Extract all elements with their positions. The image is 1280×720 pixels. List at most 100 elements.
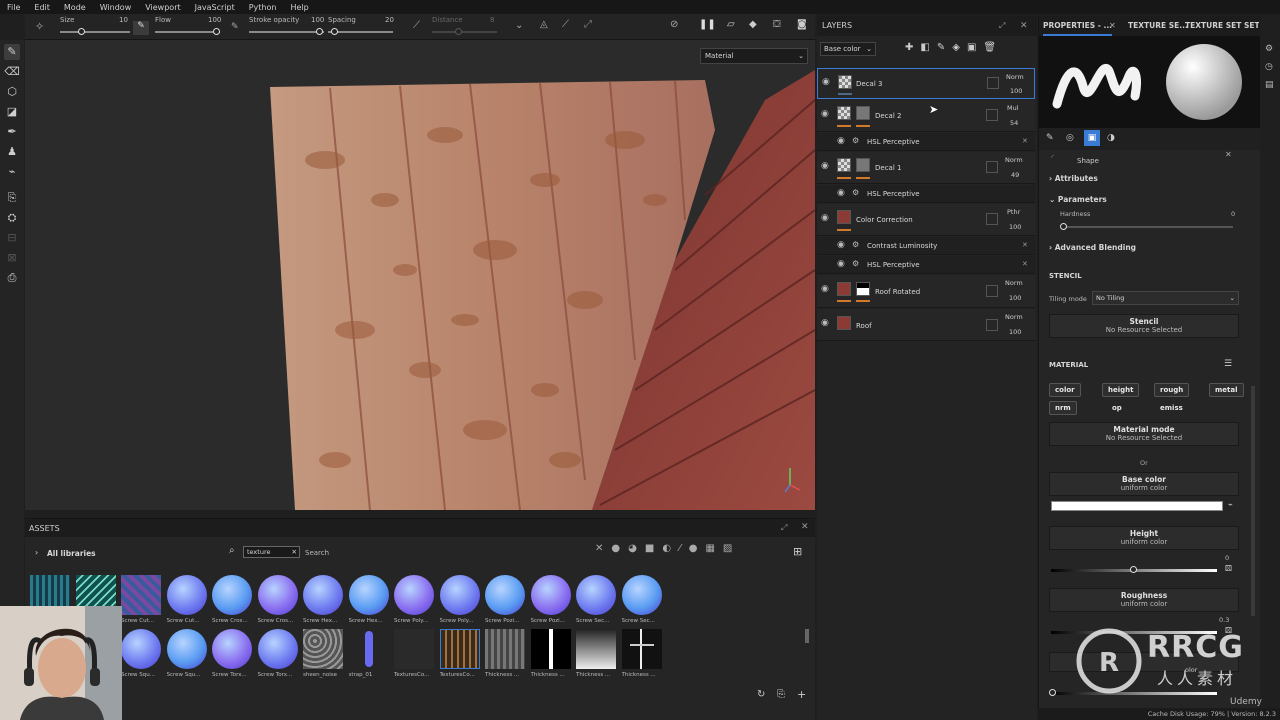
- export-icon[interactable]: ⎙: [4, 270, 20, 286]
- material-tab-icon[interactable]: ◑: [1107, 133, 1115, 143]
- channel-height-button[interactable]: height: [1102, 383, 1140, 397]
- pen-icon[interactable]: ✎: [231, 22, 239, 32]
- layer-opacity[interactable]: 100: [1009, 294, 1021, 302]
- eye-icon[interactable]: ◉: [837, 259, 845, 269]
- add-asset-icon[interactable]: +: [797, 688, 806, 701]
- asset-thumbnail[interactable]: [439, 575, 480, 615]
- asset-thumbnail[interactable]: [212, 575, 252, 615]
- close-icon[interactable]: ✕: [1022, 241, 1028, 249]
- assets-scrollbar[interactable]: [805, 629, 809, 643]
- geometry-mask-icon[interactable]: ⛭: [4, 210, 20, 226]
- layer-row-roof-rotated[interactable]: ◉ Roof Rotated Norm 100: [817, 275, 1035, 308]
- brush-tab-icon[interactable]: ✎: [1046, 133, 1054, 143]
- axis-icon[interactable]: ⤢: [584, 19, 592, 30]
- polygon-fill-icon[interactable]: ◪: [4, 104, 20, 120]
- filter-smart-mask-icon[interactable]: ◐: [662, 543, 679, 554]
- layer-name[interactable]: Decal 1: [875, 164, 901, 172]
- paint-brush-icon[interactable]: ✎: [4, 44, 20, 60]
- properties-scrollbar[interactable]: [1251, 386, 1255, 616]
- symmetry-icon[interactable]: ⌄: [515, 20, 523, 31]
- menu-javascript[interactable]: JavaScript: [188, 3, 242, 12]
- layer-mask-slot[interactable]: [986, 285, 998, 297]
- eye-icon[interactable]: ◉: [837, 240, 845, 250]
- close-icon[interactable]: ✕: [1225, 150, 1232, 159]
- layer-name[interactable]: Decal 3: [856, 80, 882, 88]
- asset-thumbnail[interactable]: [530, 629, 571, 669]
- height-slot[interactable]: Height uniform color: [1049, 526, 1239, 550]
- stencil-resource-slot[interactable]: Stencil No Resource Selected: [1049, 314, 1239, 338]
- layer-opacity[interactable]: 49: [1011, 171, 1019, 179]
- layer-mask-slot[interactable]: [986, 319, 998, 331]
- blend-mode[interactable]: Norm: [1006, 73, 1024, 81]
- effect-name[interactable]: Contrast Luminosity: [867, 242, 937, 250]
- roughness-value[interactable]: 0.3: [1219, 616, 1229, 624]
- asset-thumbnail[interactable]: [485, 629, 525, 669]
- eye-icon[interactable]: ◉: [821, 161, 829, 171]
- viewport-material-select[interactable]: Material ⌄: [700, 48, 808, 64]
- import-icon[interactable]: ⎘: [777, 689, 785, 700]
- tiling-mode-select[interactable]: No Tiling ⌄: [1092, 291, 1239, 305]
- settings-icon[interactable]: ⚙: [1265, 44, 1275, 54]
- eye-icon[interactable]: ◉: [837, 136, 845, 146]
- hardness-slider-handle[interactable]: [1060, 223, 1067, 230]
- tab-properties[interactable]: PROPERTIES - ...: [1043, 16, 1113, 36]
- log-icon[interactable]: ▤: [1265, 80, 1275, 90]
- clone-icon[interactable]: ♟: [4, 144, 20, 160]
- asset-thumbnail[interactable]: [394, 629, 434, 669]
- layer-name[interactable]: Color Correction: [856, 216, 913, 224]
- stencil-tab-icon[interactable]: ▣: [1084, 130, 1100, 146]
- layer-opacity[interactable]: 100: [1009, 328, 1021, 336]
- tab-texture-set-settings[interactable]: TEXTURE SET SET...: [1185, 16, 1259, 36]
- view-3d-icon[interactable]: ◆: [749, 19, 757, 30]
- flow-value[interactable]: 100: [208, 16, 221, 24]
- effect-row-hsl-perceptive[interactable]: ◉ ⚙ HSL Perceptive ✕: [817, 256, 1035, 274]
- eye-icon[interactable]: ◉: [822, 77, 830, 87]
- asset-thumbnail[interactable]: [485, 575, 525, 615]
- menu-help[interactable]: Help: [283, 3, 315, 12]
- channel-metal-button[interactable]: metal: [1209, 383, 1244, 397]
- channel-rough-button[interactable]: rough: [1154, 383, 1190, 397]
- tab-texture-set[interactable]: TEXTURE SE...: [1128, 16, 1188, 36]
- smudge-icon[interactable]: ✒: [4, 124, 20, 140]
- asset-thumbnail[interactable]: [303, 629, 343, 669]
- channel-select[interactable]: Base color ⌄: [820, 42, 876, 56]
- menu-viewport[interactable]: Viewport: [138, 3, 187, 12]
- asset-thumbnail[interactable]: [439, 629, 480, 669]
- hide-icon[interactable]: ⊘: [670, 19, 678, 30]
- layer-row-decal-1[interactable]: ◉ Decal 1 Norm 49: [817, 152, 1035, 184]
- layer-mask-slot[interactable]: [986, 161, 998, 173]
- refresh-icon[interactable]: ↻: [757, 689, 765, 700]
- view-2d-icon[interactable]: ▱: [727, 19, 735, 30]
- eye-icon[interactable]: ◉: [821, 318, 829, 328]
- filter-environment-icon[interactable]: ▨: [723, 543, 740, 554]
- alpha-tab-icon[interactable]: ◎: [1066, 133, 1074, 143]
- mirror-icon[interactable]: ◬: [540, 19, 548, 30]
- spacing-value[interactable]: 20: [385, 16, 394, 24]
- eraser-icon[interactable]: ⌫: [4, 64, 20, 80]
- layer-row-color-correction[interactable]: ◉ Color Correction Pthr 100: [817, 204, 1035, 236]
- layer-opacity[interactable]: 54: [1010, 119, 1018, 127]
- add-paint-layer-icon[interactable]: ✎: [937, 42, 952, 53]
- add-fill-layer-icon[interactable]: ◈: [952, 42, 967, 53]
- asset-thumbnail[interactable]: [530, 575, 571, 615]
- channel-op-button[interactable]: op: [1106, 401, 1128, 415]
- layer-row-decal-2[interactable]: ◉ Decal 2 Mul 54 ➤: [817, 100, 1035, 132]
- advanced-blending-section[interactable]: › Advanced Blending: [1049, 243, 1136, 252]
- layer-name[interactable]: Roof: [856, 322, 872, 330]
- roughness-slot[interactable]: Roughness uniform color: [1049, 588, 1239, 612]
- maximize-icon[interactable]: ⤢: [781, 523, 787, 533]
- asset-thumbnail[interactable]: [394, 575, 434, 615]
- material-menu-icon[interactable]: ☰: [1224, 359, 1232, 369]
- effect-row-hsl-perceptive[interactable]: ◉ ⚙ HSL Perceptive: [817, 185, 1035, 203]
- asset-thumbnail[interactable]: [576, 629, 616, 669]
- flow-slider[interactable]: [155, 31, 220, 33]
- size-slider[interactable]: [60, 31, 130, 33]
- parameters-section[interactable]: ⌄ Parameters: [1049, 195, 1107, 204]
- layer-row-decal-3[interactable]: ◉ Decal 3 Norm 100: [817, 68, 1035, 99]
- layer-mask-slot[interactable]: [986, 109, 998, 121]
- brush-settings-icon[interactable]: ✧: [35, 20, 44, 33]
- channel-color-button[interactable]: color: [1049, 383, 1081, 397]
- size-value[interactable]: 10: [119, 16, 128, 24]
- screenshot-icon[interactable]: ◙: [797, 19, 807, 30]
- channel-emiss-button[interactable]: emiss: [1154, 401, 1189, 415]
